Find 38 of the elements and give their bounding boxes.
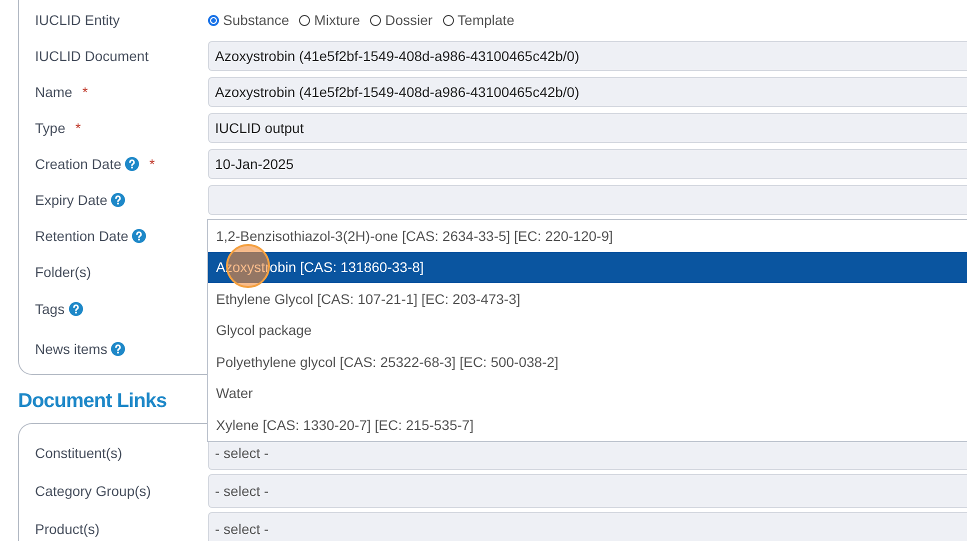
help-icon[interactable] [68,302,83,316]
help-icon[interactable] [125,157,140,171]
required-mark: * [75,120,81,136]
text-field[interactable] [208,185,967,215]
help-icon[interactable] [132,229,146,243]
required-mark: * [82,84,88,100]
radio-option[interactable]: Substance [208,12,290,28]
radio-option[interactable]: Dossier [370,12,433,28]
select-field[interactable]: - select - [208,474,967,508]
field-label: Folder(s) [35,264,92,280]
text-field[interactable]: Azoxystrobin (41e5f2bf-1549-408d-a986-43100465c42b/0) [208,41,967,71]
help-icon[interactable] [111,342,126,356]
text-field[interactable]: Azoxystrobin (41e5f2bf-1549-408d-a986-43100465c42b/0) [208,77,967,107]
select-field[interactable]: - select - [208,512,967,541]
radio-option[interactable]: Template [442,12,514,28]
dropdown-option[interactable]: Ethylene Glycol [CAS: 107-21-1] [EC: 203-473-3] [208,283,967,314]
field-label: Name [35,84,72,100]
text-field[interactable]: IUCLID output [208,113,967,143]
text-field[interactable]: 10-Jan-2025 [208,149,967,179]
field-label: Creation Date [35,156,122,172]
dropdown-option[interactable]: Glycol package [208,314,967,346]
help-icon[interactable] [111,193,126,207]
field-label: Constituent(s) [35,445,122,461]
field-label: Tags [35,301,65,317]
required-mark: * [149,156,155,172]
field-label: Retention Date [35,228,128,244]
field-label: IUCLID Entity [35,12,120,28]
field-label: Type [35,120,66,136]
field-label: News items [35,341,108,357]
field-label: Product(s) [35,521,100,537]
field-label: Expiry Date [35,192,108,208]
dropdown-option[interactable]: Polyethylene glycol [CAS: 25322-68-3] [EC: 500-038-2] [208,346,967,378]
field-label: IUCLID Document [35,48,149,64]
radio-option[interactable]: Mixture [299,12,360,28]
dropdown-option[interactable]: 1,2-Benzisothiazol-3(2H)-one [CAS: 2634-33-5] [EC: 220-120-9] [208,220,967,252]
dropdown-option[interactable]: Water [208,378,967,409]
field-label: Category Group(s) [35,483,151,499]
section-title: Document Links [18,389,167,413]
